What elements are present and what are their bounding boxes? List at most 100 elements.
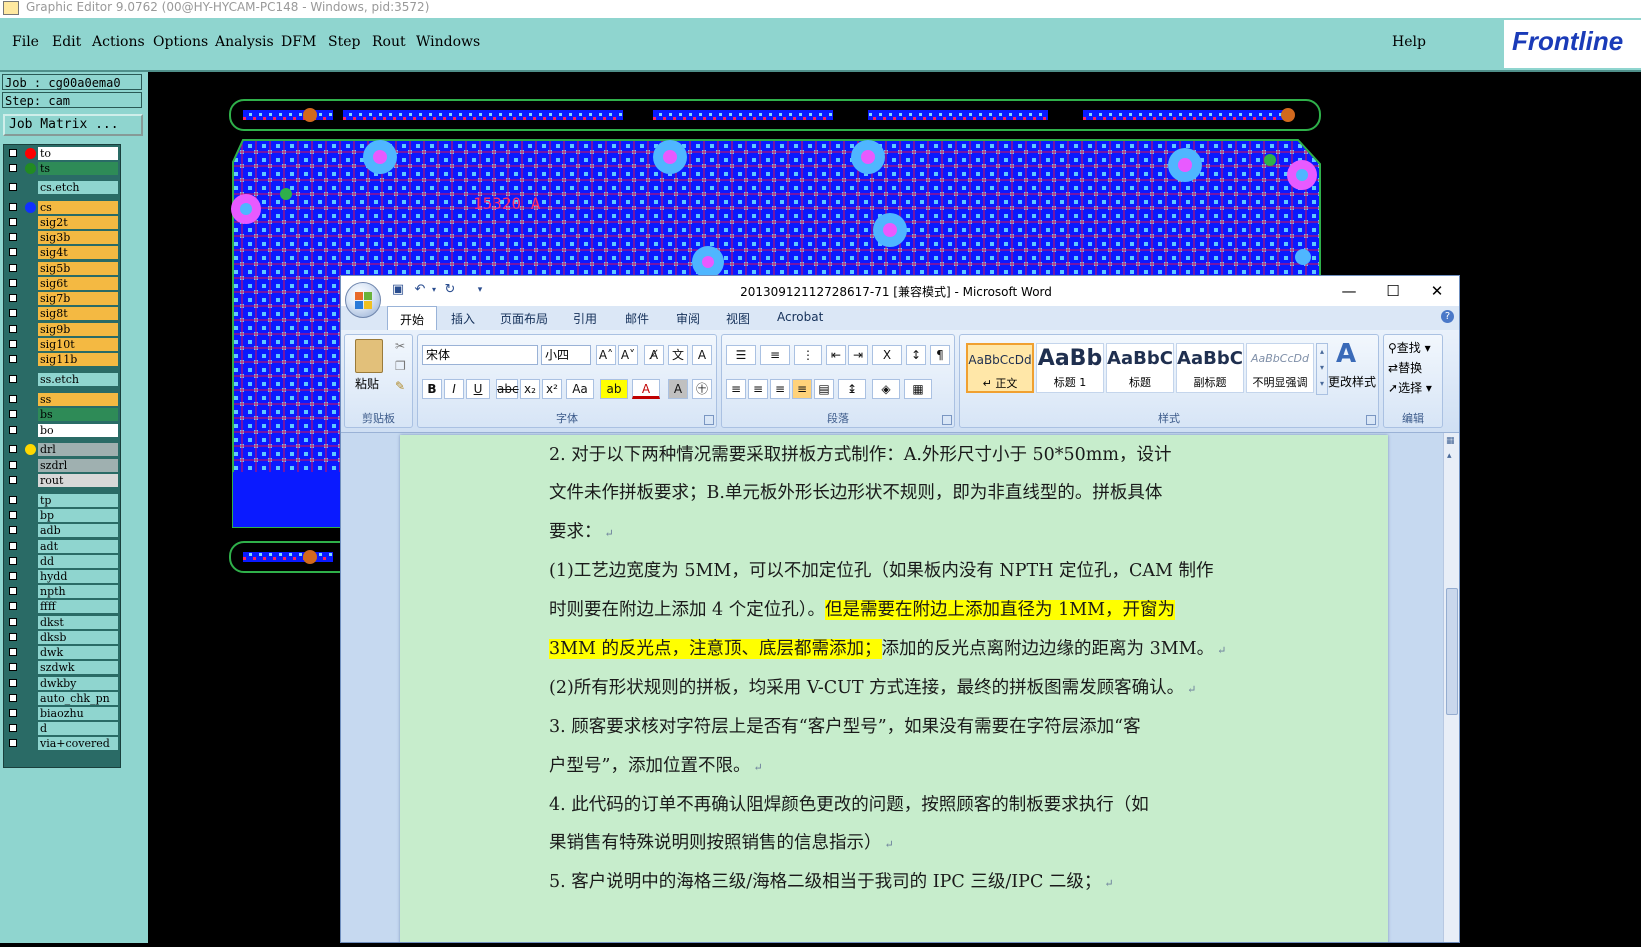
layer-row[interactable]: sig4t [5, 246, 119, 259]
layer-name[interactable]: tp [38, 494, 118, 507]
layer-row[interactable]: ss.etch [5, 373, 119, 386]
enclose-char-icon[interactable]: ㊉ [692, 379, 712, 399]
layer-row[interactable]: adb [5, 524, 119, 537]
align-left-icon[interactable]: ≡ [726, 379, 746, 399]
change-styles-icon[interactable]: A [1336, 339, 1356, 369]
layer-name[interactable]: sig4t [38, 246, 118, 259]
distributed-icon[interactable]: ▤ [814, 379, 834, 399]
find-button[interactable]: ⚲查找 ▾ [1388, 339, 1431, 356]
layer-name[interactable]: sig3b [38, 231, 118, 244]
italic-icon[interactable]: I [444, 379, 464, 399]
layer-checkbox[interactable] [9, 375, 17, 383]
format-painter-icon[interactable]: ✎ [395, 379, 405, 393]
layer-row[interactable]: sig3b [5, 231, 119, 244]
styles-scroll-icon[interactable]: ▴ ▾ ▾ [1316, 343, 1328, 395]
layer-row[interactable]: via+covered [5, 737, 119, 750]
layer-name[interactable]: to [38, 147, 118, 160]
layer-checkbox[interactable] [9, 149, 17, 157]
grow-font-icon[interactable]: A˄ [596, 345, 616, 365]
layer-row[interactable]: npth [5, 585, 119, 598]
borders-icon[interactable]: ▦ [904, 379, 932, 399]
layer-row[interactable]: cs.etch [5, 181, 119, 194]
layer-row[interactable]: sig7b [5, 292, 119, 305]
tab-page-layout[interactable]: 页面布局 [500, 310, 548, 327]
layer-row[interactable]: szdwk [5, 661, 119, 674]
layer-row[interactable]: dwk [5, 646, 119, 659]
layer-checkbox[interactable] [9, 724, 17, 732]
layer-checkbox[interactable] [9, 410, 17, 418]
document-line[interactable]: 5. 客户说明中的海格三级/海格二级相当于我司的 IPC 三级/IPC 二级； ↵ [549, 870, 1114, 896]
menu-help[interactable]: Help [1392, 34, 1426, 50]
layer-row[interactable]: cs [5, 201, 119, 214]
menu-analysis[interactable]: Analysis [215, 34, 274, 50]
layer-checkbox[interactable] [9, 663, 17, 671]
word-window[interactable]: ▣ ↶ ▾ ↻ ▾ 20130912112728617-71 [兼容模式] - … [340, 275, 1460, 943]
style-subtitle[interactable]: AaBbC 副标题 [1176, 343, 1244, 393]
layer-name[interactable]: ffff [38, 600, 118, 613]
shrink-font-icon[interactable]: A˅ [618, 345, 638, 365]
document-page[interactable]: 2. 对于以下两种情况需要采取拼板方式制作：A.外形尺寸小于 50*50mm，设… [400, 435, 1388, 942]
tab-view[interactable]: 视图 [726, 310, 750, 327]
minimize-icon[interactable]: — [1329, 280, 1369, 302]
style-title[interactable]: AaBbC 标题 [1106, 343, 1174, 393]
layer-checkbox[interactable] [9, 739, 17, 747]
layer-checkbox[interactable] [9, 679, 17, 687]
menu-windows[interactable]: Windows [416, 34, 480, 50]
layer-row[interactable]: sig10t [5, 338, 119, 351]
layer-name[interactable]: via+covered [38, 737, 118, 750]
layer-name[interactable]: dd [38, 555, 118, 568]
justify-icon[interactable]: ≡ [792, 379, 812, 399]
phonetic-guide-icon[interactable]: 文 [668, 345, 688, 365]
layer-row[interactable]: adt [5, 540, 119, 553]
change-case-icon[interactable]: Aa [566, 379, 594, 399]
increase-indent-icon[interactable]: ⇥ [848, 345, 868, 365]
layer-row[interactable]: sig9b [5, 323, 119, 336]
layer-row[interactable]: dwkby [5, 677, 119, 690]
tab-mailings[interactable]: 邮件 [625, 310, 649, 327]
superscript-icon[interactable]: x² [542, 379, 562, 399]
layer-name[interactable]: bo [38, 424, 118, 437]
layer-name[interactable]: d [38, 722, 118, 735]
layer-name[interactable]: sig7b [38, 292, 118, 305]
underline-icon[interactable]: U [466, 379, 490, 399]
layer-name[interactable]: sig10t [38, 338, 118, 351]
layer-row[interactable]: sig2t [5, 216, 119, 229]
layer-checkbox[interactable] [9, 557, 17, 565]
tab-acrobat[interactable]: Acrobat [777, 310, 823, 324]
layer-checkbox[interactable] [9, 309, 17, 317]
layer-row[interactable]: d [5, 722, 119, 735]
scroll-up-icon[interactable]: ▴ [1447, 451, 1452, 461]
layer-row[interactable]: bs [5, 408, 119, 421]
menu-actions[interactable]: Actions [92, 34, 145, 50]
align-center-icon[interactable]: ≡ [748, 379, 768, 399]
layer-checkbox[interactable] [9, 325, 17, 333]
font-color-icon[interactable]: A [632, 379, 660, 399]
highlight-icon[interactable]: ab [600, 379, 628, 399]
layer-name[interactable]: ss [38, 393, 118, 406]
align-right-icon[interactable]: ≡ [770, 379, 790, 399]
layer-checkbox[interactable] [9, 496, 17, 504]
layer-name[interactable]: cs [38, 201, 118, 214]
layer-checkbox[interactable] [9, 542, 17, 550]
tab-references[interactable]: 引用 [573, 310, 597, 327]
layer-checkbox[interactable] [9, 248, 17, 256]
layer-name[interactable]: dwkby [38, 677, 118, 690]
layer-checkbox[interactable] [9, 355, 17, 363]
close-icon[interactable]: ✕ [1417, 280, 1457, 302]
menu-rout[interactable]: Rout [372, 34, 406, 50]
layer-name[interactable]: auto_chk_pn [38, 692, 118, 705]
shading-icon[interactable]: ◈ [872, 379, 900, 399]
layer-checkbox[interactable] [9, 203, 17, 211]
ruler-toggle-icon[interactable]: ▦ [1446, 436, 1455, 446]
change-styles-button[interactable]: 更改样式 [1328, 373, 1376, 390]
layer-checkbox[interactable] [9, 602, 17, 610]
layer-name[interactable]: sig9b [38, 323, 118, 336]
vertical-scrollbar[interactable]: ▦ ▴ [1443, 433, 1459, 942]
layer-checkbox[interactable] [9, 183, 17, 191]
layer-checkbox[interactable] [9, 526, 17, 534]
menu-options[interactable]: Options [153, 34, 208, 50]
layer-checkbox[interactable] [9, 426, 17, 434]
clear-format-icon[interactable]: A̸ [644, 345, 664, 365]
layer-checkbox[interactable] [9, 633, 17, 641]
layer-checkbox[interactable] [9, 476, 17, 484]
